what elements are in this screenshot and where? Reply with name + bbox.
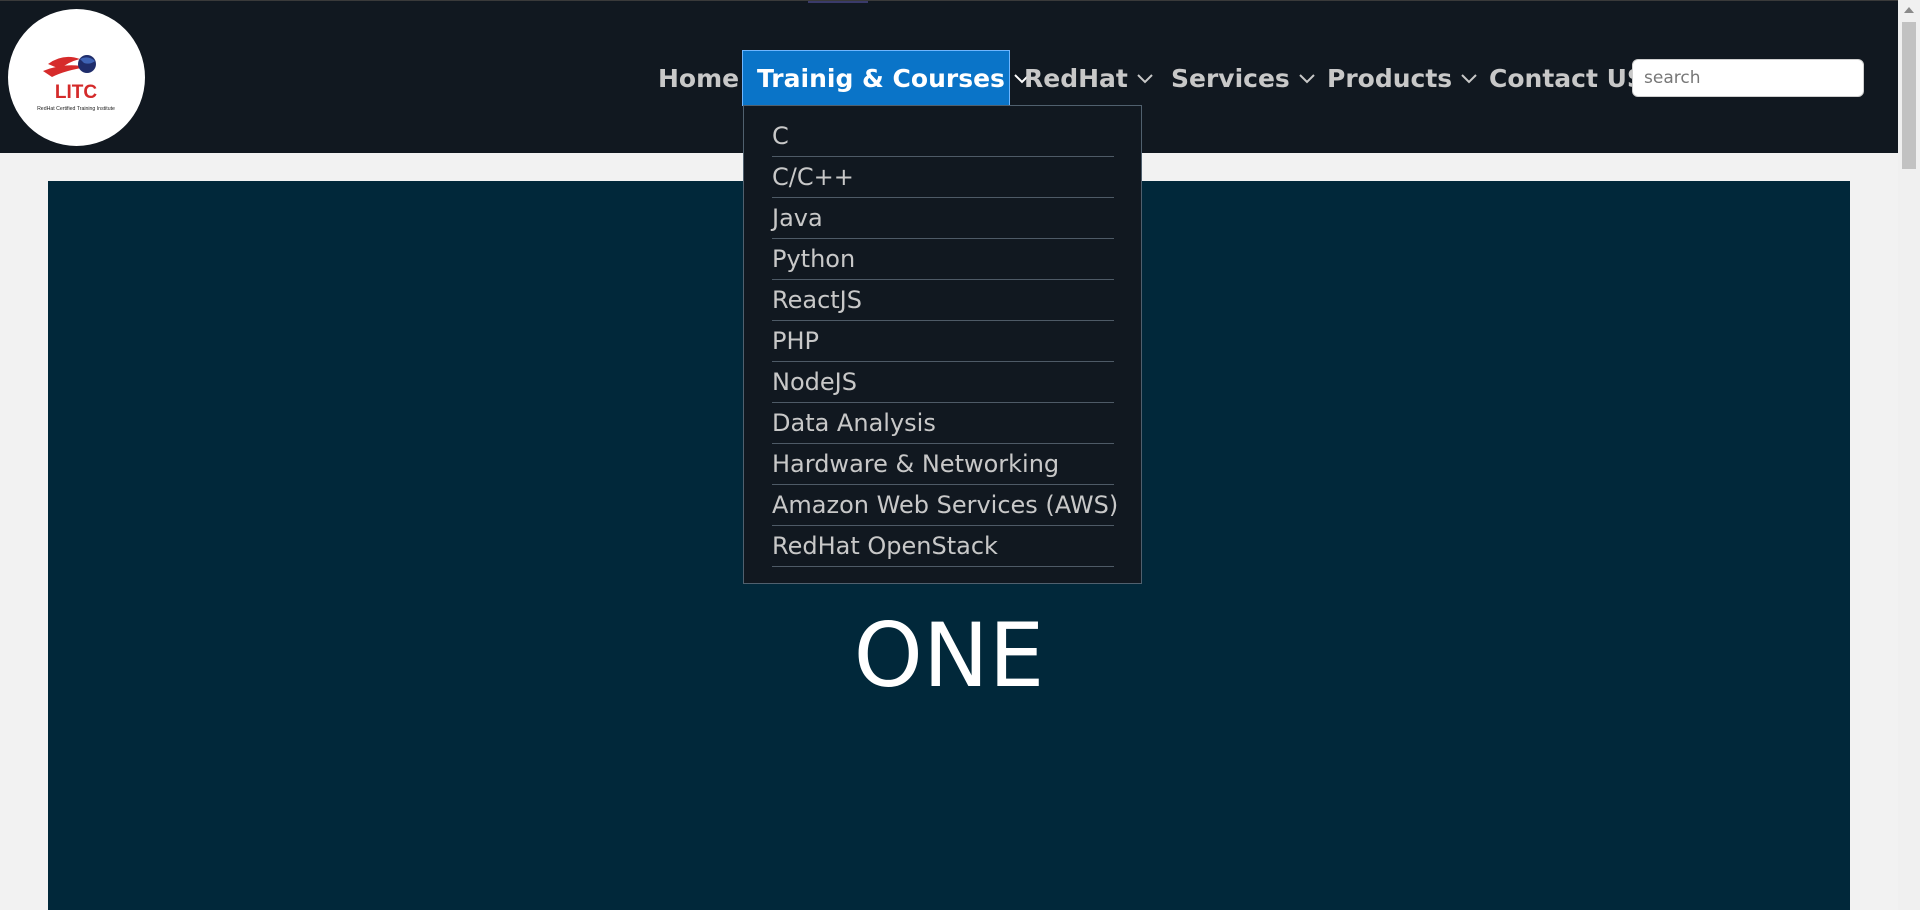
nav-redhat-label: RedHat (1024, 63, 1128, 93)
vertical-scrollbar[interactable] (1898, 0, 1920, 910)
chevron-down-icon (1460, 72, 1478, 84)
nav-services-label: Services (1171, 63, 1290, 93)
dropdown-item-data-analysis[interactable]: Data Analysis (772, 403, 1114, 444)
litc-logo[interactable]: LITC RedHat Certified Training Institute (8, 9, 145, 146)
dropdown-item-nodejs[interactable]: NodeJS (772, 362, 1114, 403)
nav-services[interactable]: Services (1171, 50, 1316, 106)
dropdown-item-aws[interactable]: Amazon Web Services (AWS) (772, 485, 1118, 526)
scroll-up-arrow-icon[interactable] (1898, 0, 1920, 20)
nav-home[interactable]: Home (658, 50, 739, 106)
dropdown-item-reactjs[interactable]: ReactJS (772, 280, 1114, 321)
nav-redhat[interactable]: RedHat (1024, 50, 1154, 106)
top-strip (808, 1, 868, 3)
training-courses-dropdown: C C/C++ Java Python ReactJS PHP NodeJS D… (743, 105, 1142, 584)
dropdown-item-hardware-networking[interactable]: Hardware & Networking (772, 444, 1114, 485)
dropdown-item-php[interactable]: PHP (772, 321, 1114, 362)
logo-text: LITC (55, 82, 97, 103)
hero-text: ONE (853, 604, 1045, 707)
nav-products-label: Products (1327, 63, 1453, 93)
nav-training-courses[interactable]: Trainig & Courses (742, 50, 1030, 106)
nav-contact-label: Contact US (1489, 63, 1645, 93)
dropdown-item-python[interactable]: Python (772, 239, 1114, 280)
nav-products[interactable]: Products (1327, 50, 1478, 106)
logo-tagline: RedHat Certified Training Institute (37, 106, 115, 112)
dropdown-item-java[interactable]: Java (772, 198, 1114, 239)
logo-graphic: LITC RedHat Certified Training Institute (8, 9, 145, 146)
chevron-down-icon (1136, 72, 1154, 84)
search-input[interactable] (1632, 59, 1864, 97)
dropdown-item-cpp[interactable]: C/C++ (772, 157, 1114, 198)
scrollbar-thumb[interactable] (1902, 22, 1916, 169)
nav-contact-us[interactable]: Contact US (1489, 50, 1645, 106)
dropdown-item-redhat-openstack[interactable]: RedHat OpenStack (772, 526, 1114, 567)
dropdown-item-c[interactable]: C (772, 116, 1114, 157)
nav-home-label: Home (658, 63, 740, 93)
chevron-down-icon (1298, 72, 1316, 84)
nav-training-label: Trainig & Courses (757, 63, 1005, 93)
